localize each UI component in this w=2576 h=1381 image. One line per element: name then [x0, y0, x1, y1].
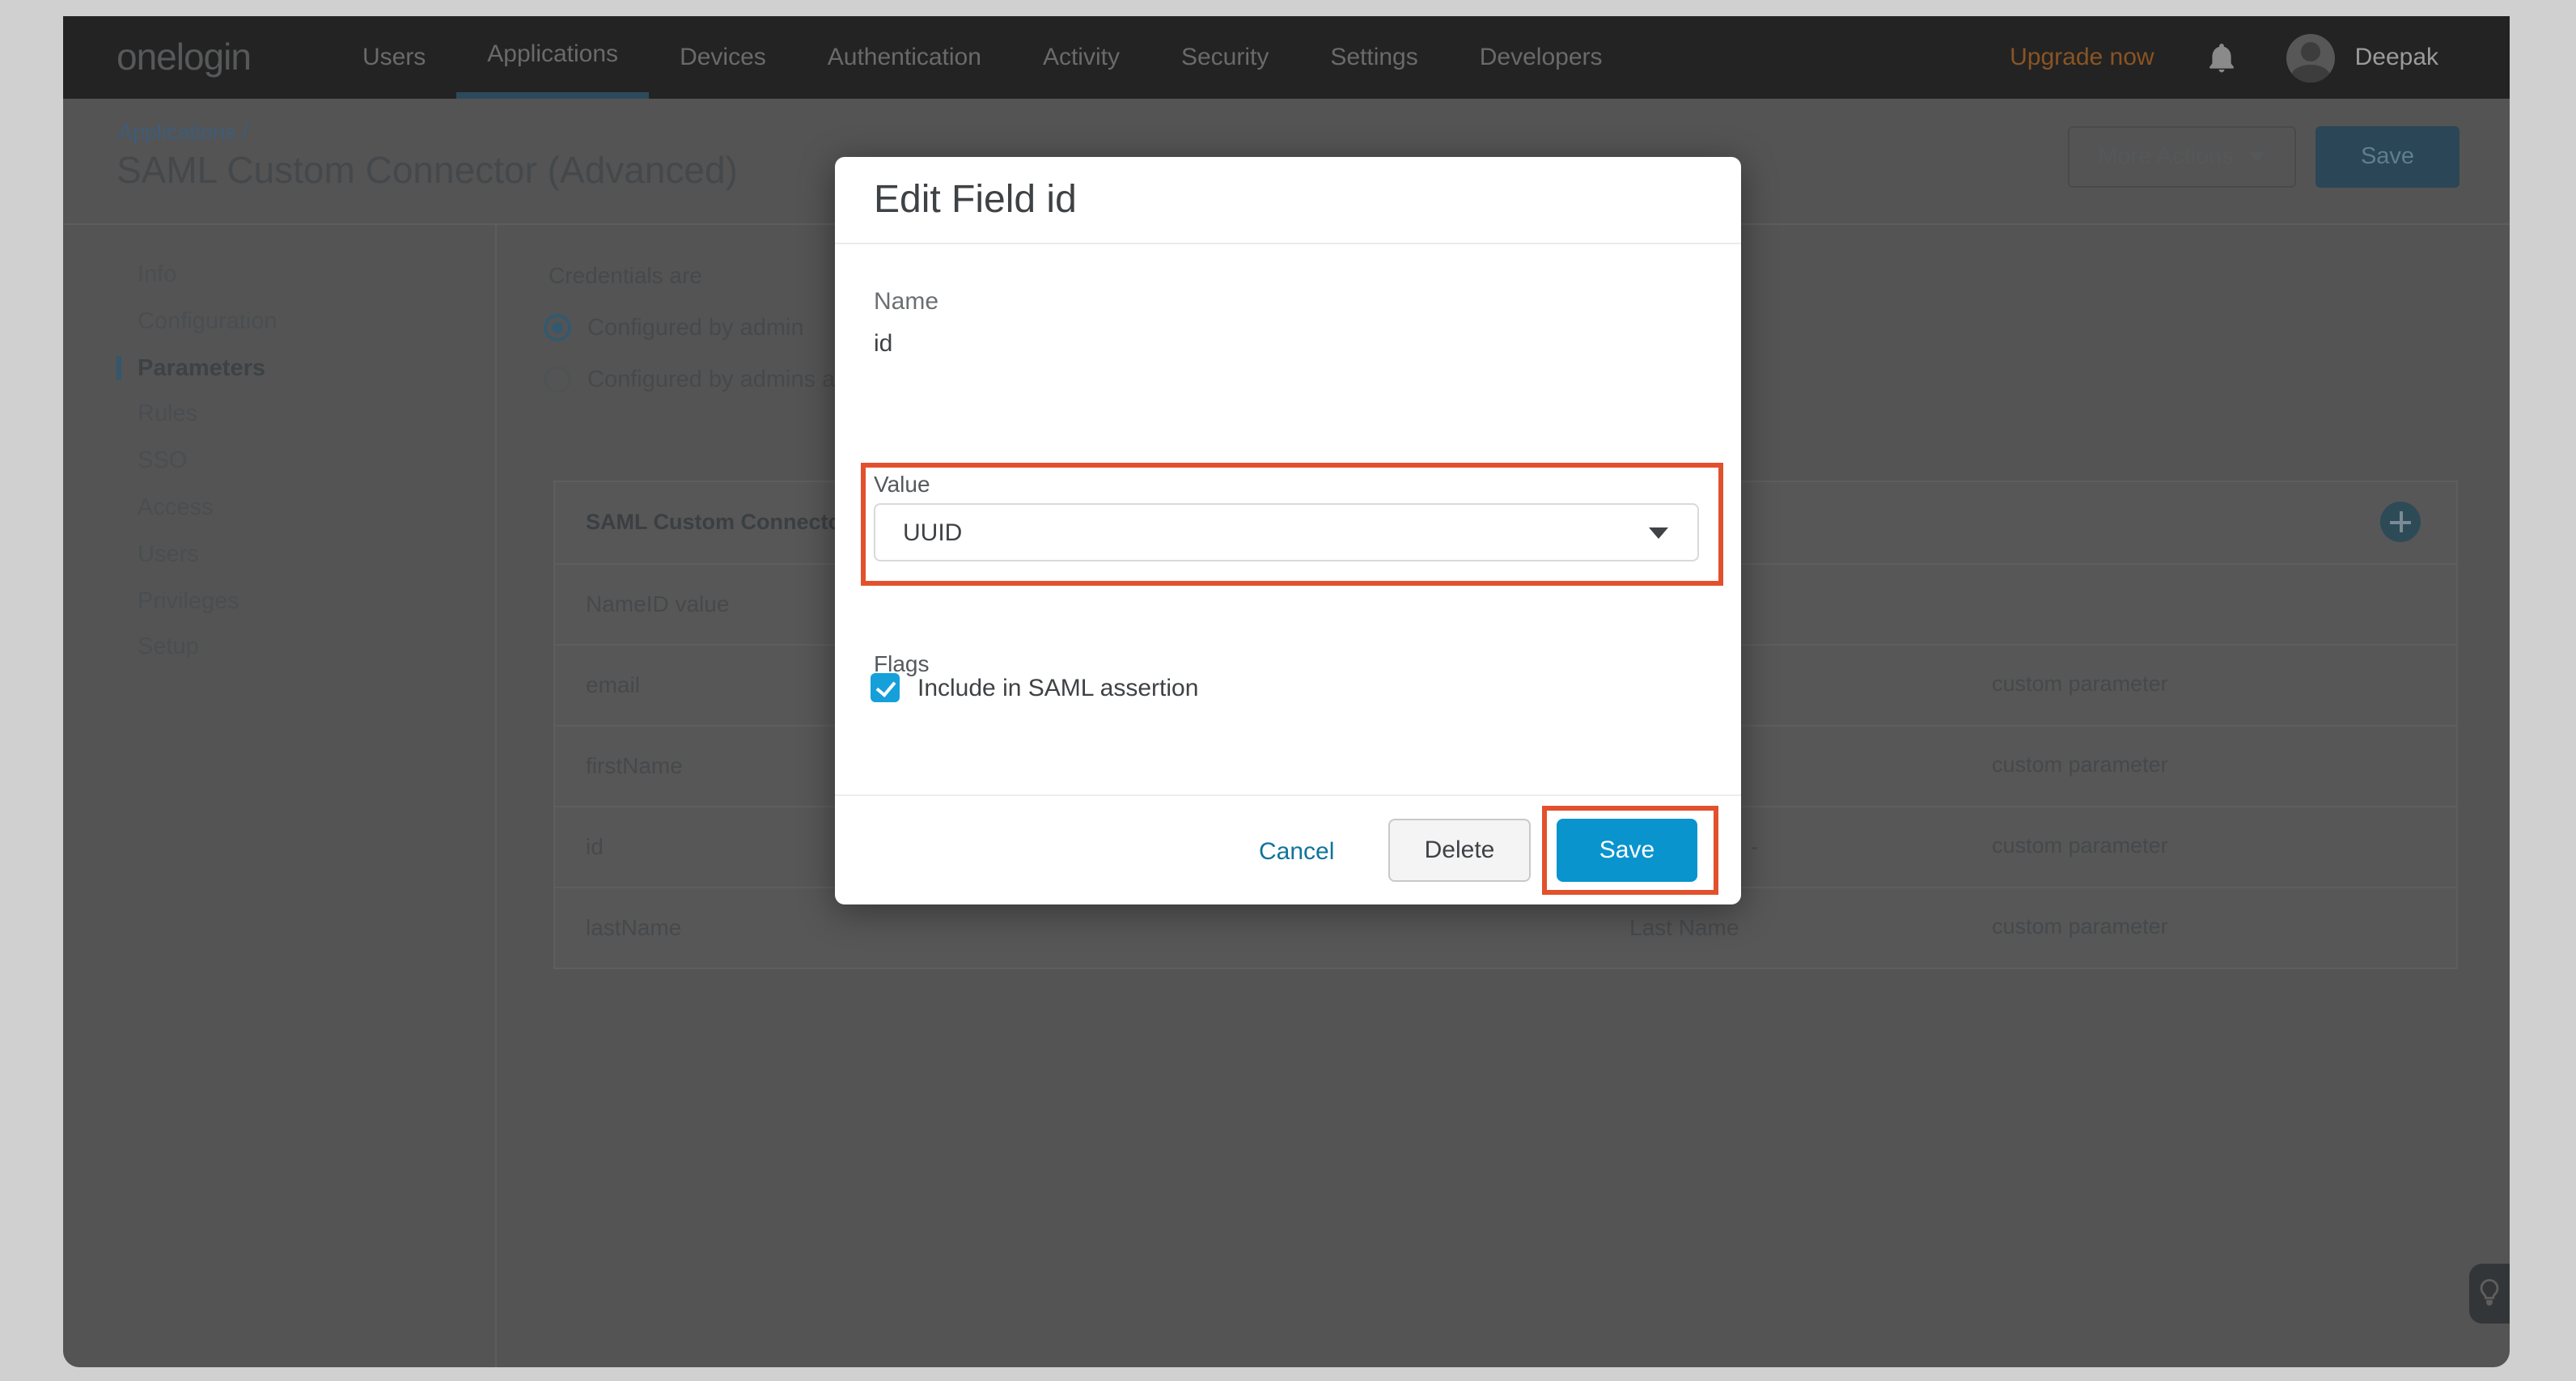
param-name: NameID value: [586, 591, 729, 616]
value-selected-option: UUID: [903, 519, 962, 546]
sidebar-item-users[interactable]: Users: [63, 539, 495, 586]
checkbox-label: Include in SAML assertion: [917, 674, 1198, 701]
more-actions-button[interactable]: More Actions: [2068, 126, 2296, 188]
page-save-label: Save: [2361, 144, 2414, 170]
checkbox-checked-icon[interactable]: [871, 673, 900, 702]
nav-item-developers[interactable]: Developers: [1449, 16, 1633, 99]
nav-item-applications[interactable]: Applications: [456, 16, 649, 99]
caret-down-icon: [2250, 152, 2266, 162]
active-indicator-bar: [116, 355, 121, 379]
nav-menu: Users Applications Devices Authenticatio…: [332, 16, 1633, 99]
modal-footer-divider: [835, 794, 1741, 796]
param-name: lastName: [586, 914, 681, 940]
breadcrumb[interactable]: Applications /: [118, 120, 248, 144]
param-value: -: [1751, 833, 1758, 859]
bell-icon[interactable]: [2210, 43, 2235, 72]
param-name: email: [586, 671, 640, 697]
nav-item-security[interactable]: Security: [1150, 16, 1299, 99]
param-tag: custom parameter: [1992, 914, 2168, 938]
lightbulb-icon: [2479, 1278, 2500, 1309]
sidebar-item-parameters[interactable]: Parameters: [63, 352, 495, 399]
sidebar-item-rules[interactable]: Rules: [63, 399, 495, 446]
screen: onelogin Users Applications Devices Auth…: [0, 0, 2576, 1381]
select-caret-down-icon: [1649, 527, 1668, 538]
upgrade-now-link[interactable]: Upgrade now: [2010, 44, 2154, 71]
nav-item-authentication[interactable]: Authentication: [797, 16, 1012, 99]
feedback-tab[interactable]: [2469, 1264, 2510, 1324]
avatar-body-shape: [2292, 64, 2331, 82]
sidebar-divider: [495, 223, 497, 1367]
modal-title: Edit Field id: [874, 178, 1077, 223]
cancel-button[interactable]: Cancel: [1259, 838, 1334, 866]
delete-label: Delete: [1425, 837, 1495, 864]
param-name: firstName: [586, 752, 683, 778]
annotation-box-save: [1542, 806, 1718, 895]
name-value: id: [874, 330, 892, 358]
top-nav: onelogin Users Applications Devices Auth…: [63, 16, 2510, 99]
user-avatar[interactable]: [2287, 33, 2336, 82]
page-title: SAML Custom Connector (Advanced): [117, 149, 738, 193]
edit-field-modal: Edit Field id Name id Value UUID Flags I…: [835, 157, 1741, 904]
credentials-are-label: Credentials are: [549, 262, 702, 288]
sidebar-item-info[interactable]: Info: [63, 259, 495, 306]
nav-item-activity[interactable]: Activity: [1012, 16, 1150, 99]
modal-header-divider: [835, 243, 1741, 244]
sidebar-item-setup[interactable]: Setup: [63, 632, 495, 679]
radio-unselected-icon: [544, 366, 571, 393]
sidebar-item-access[interactable]: Access: [63, 492, 495, 539]
sidebar-item-sso[interactable]: SSO: [63, 445, 495, 492]
param-tag: custom parameter: [1992, 833, 2168, 858]
user-name[interactable]: Deepak: [2355, 44, 2438, 71]
add-parameter-button[interactable]: [2380, 502, 2421, 542]
include-in-saml-checkbox-row[interactable]: Include in SAML assertion: [871, 673, 1198, 702]
nav-right-group: Upgrade now Deepak: [2010, 16, 2510, 99]
value-label: Value: [874, 471, 930, 497]
avatar-head-shape: [2302, 41, 2321, 61]
param-name: id: [586, 833, 604, 859]
radio-selected-icon: [544, 314, 571, 341]
sidebar-item-configuration[interactable]: Configuration: [63, 306, 495, 353]
sidebar: Info Configuration Parameters Rules SSO …: [63, 259, 495, 678]
more-actions-label: More Actions: [2098, 144, 2234, 170]
param-tag: custom parameter: [1992, 671, 2168, 696]
page-save-button[interactable]: Save: [2315, 126, 2459, 188]
value-select[interactable]: UUID: [874, 503, 1699, 561]
radio-configured-by-admin[interactable]: Configured by admin: [544, 314, 804, 341]
nav-item-devices[interactable]: Devices: [649, 16, 797, 99]
sidebar-item-privileges[interactable]: Privileges: [63, 585, 495, 632]
radio-label: Configured by admin: [587, 315, 804, 341]
nav-item-settings[interactable]: Settings: [1299, 16, 1448, 99]
name-label: Name: [874, 288, 938, 316]
nav-item-users[interactable]: Users: [332, 16, 456, 99]
delete-button[interactable]: Delete: [1388, 819, 1531, 882]
onelogin-logo[interactable]: onelogin: [117, 16, 251, 99]
sidebar-item-label: Parameters: [138, 355, 265, 381]
param-value: Last Name: [1629, 914, 1739, 940]
app-window: onelogin Users Applications Devices Auth…: [63, 16, 2510, 1367]
param-tag: custom parameter: [1992, 752, 2168, 777]
